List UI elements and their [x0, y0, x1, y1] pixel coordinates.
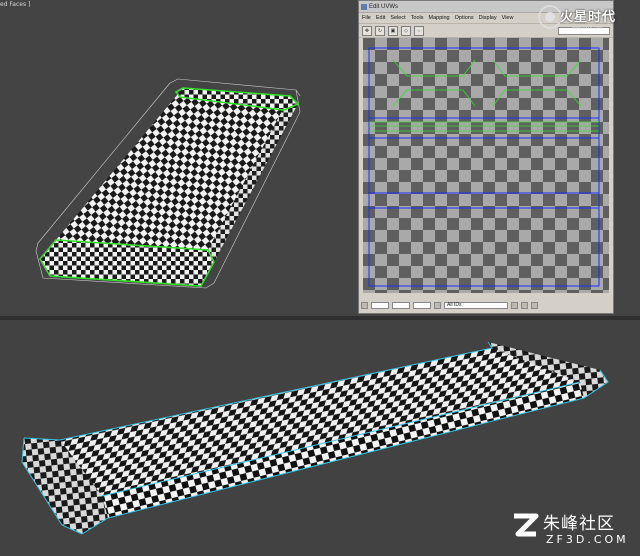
uvw-title: Edit UVWs — [369, 3, 399, 10]
uv-editor-canvas[interactable] — [363, 38, 609, 293]
uvw-statusbar: All IDs — [361, 299, 611, 311]
menu-options[interactable]: Options — [455, 15, 474, 21]
viewport-label: ed Faces ] — [0, 1, 31, 8]
zoom-extents-icon[interactable] — [531, 301, 538, 309]
menu-display[interactable]: Display — [479, 15, 497, 21]
v-field[interactable] — [392, 301, 410, 309]
logo-sub: www.hxsd.com — [572, 25, 603, 30]
menu-view[interactable]: View — [502, 15, 514, 21]
mirror-tool-icon[interactable]: ⇔ — [414, 25, 424, 36]
menu-select[interactable]: Select — [390, 15, 405, 21]
menu-edit[interactable]: Edit — [376, 15, 385, 21]
pan-icon[interactable] — [511, 301, 518, 309]
watermark-cn: 朱峰社区 — [543, 514, 615, 534]
uv-layout[interactable] — [363, 38, 609, 293]
zoom-icon[interactable] — [521, 301, 528, 309]
menu-mapping[interactable]: Mapping — [429, 15, 450, 21]
w-field[interactable] — [413, 301, 431, 309]
logo-main: 火星时代 — [560, 10, 617, 25]
board-top-surface — [60, 348, 580, 496]
freeform-tool-icon[interactable]: ◇ — [401, 25, 411, 36]
zf3d-logo-icon — [514, 513, 539, 537]
move-tool-icon[interactable]: ✥ — [362, 25, 372, 36]
menu-file[interactable]: File — [362, 15, 371, 21]
u-field[interactable] — [371, 301, 389, 309]
lock-icon[interactable] — [361, 301, 368, 309]
scale-tool-icon[interactable]: ▣ — [388, 25, 398, 36]
watermark-en: ZF3D.COM — [546, 533, 629, 546]
ids-select[interactable]: All IDs — [444, 301, 508, 309]
window-icon — [361, 3, 367, 10]
top-3d-object[interactable] — [0, 0, 360, 316]
edit-uvws-window[interactable]: Edit UVWs File Edit Select Tools Mapping… — [358, 0, 614, 314]
rotate-tool-icon[interactable]: ↻ — [375, 25, 385, 36]
menu-tools[interactable]: Tools — [411, 15, 424, 21]
snap-icon[interactable] — [434, 301, 441, 309]
